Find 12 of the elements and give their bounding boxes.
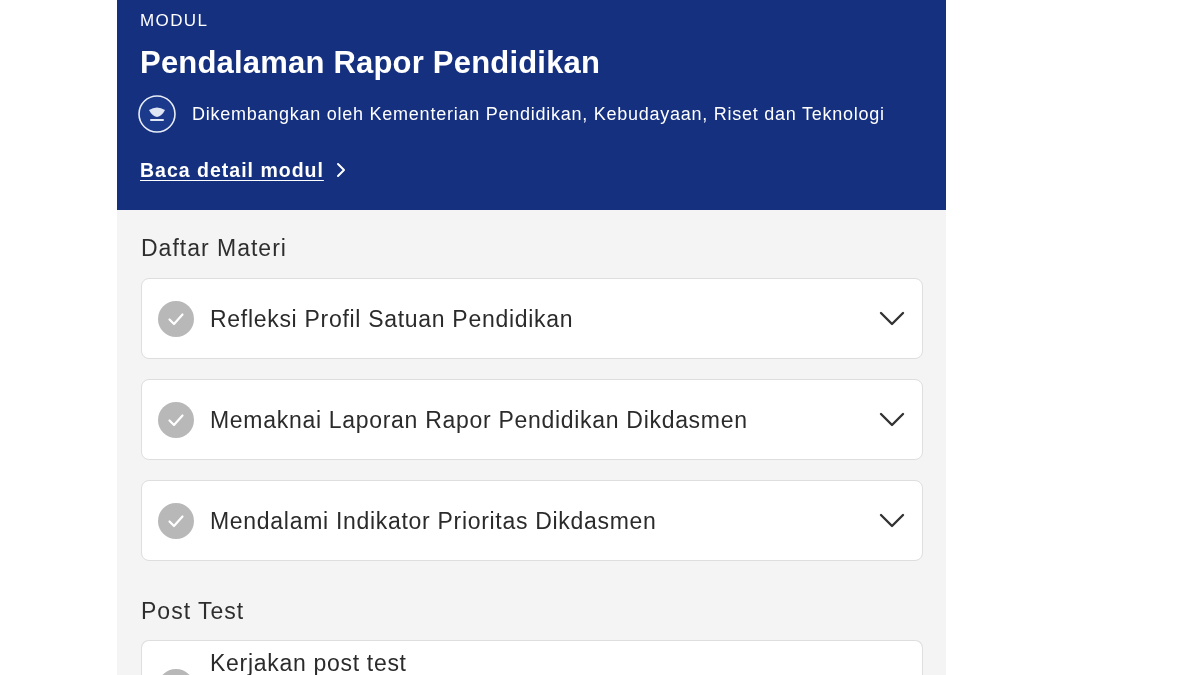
module-label: MODUL: [140, 11, 209, 31]
detail-link[interactable]: Baca detail modul: [140, 158, 346, 182]
chevron-right-icon: [335, 162, 346, 178]
module-title: Pendalaman Rapor Pendidikan: [140, 46, 601, 80]
material-accordion[interactable]: Kerjakan post test: [141, 640, 923, 675]
developer-text: Dikembangkan oleh Kementerian Pendidikan, Kebudayaan, Riset dan Teknologi: [192, 103, 885, 125]
material-accordion[interactable]: Memaknai Laporan Rapor Pendidikan Dikdasmen: [141, 379, 923, 460]
material-accordion[interactable]: Mendalami Indikator Prioritas Dikdasmen: [141, 480, 923, 561]
section-heading: Daftar Materi: [141, 235, 287, 261]
round-emblem-icon: [138, 95, 176, 133]
section-heading: Post Test: [141, 598, 245, 624]
material-accordion[interactable]: Refleksi Profil Satuan Pendidikan: [141, 278, 923, 359]
